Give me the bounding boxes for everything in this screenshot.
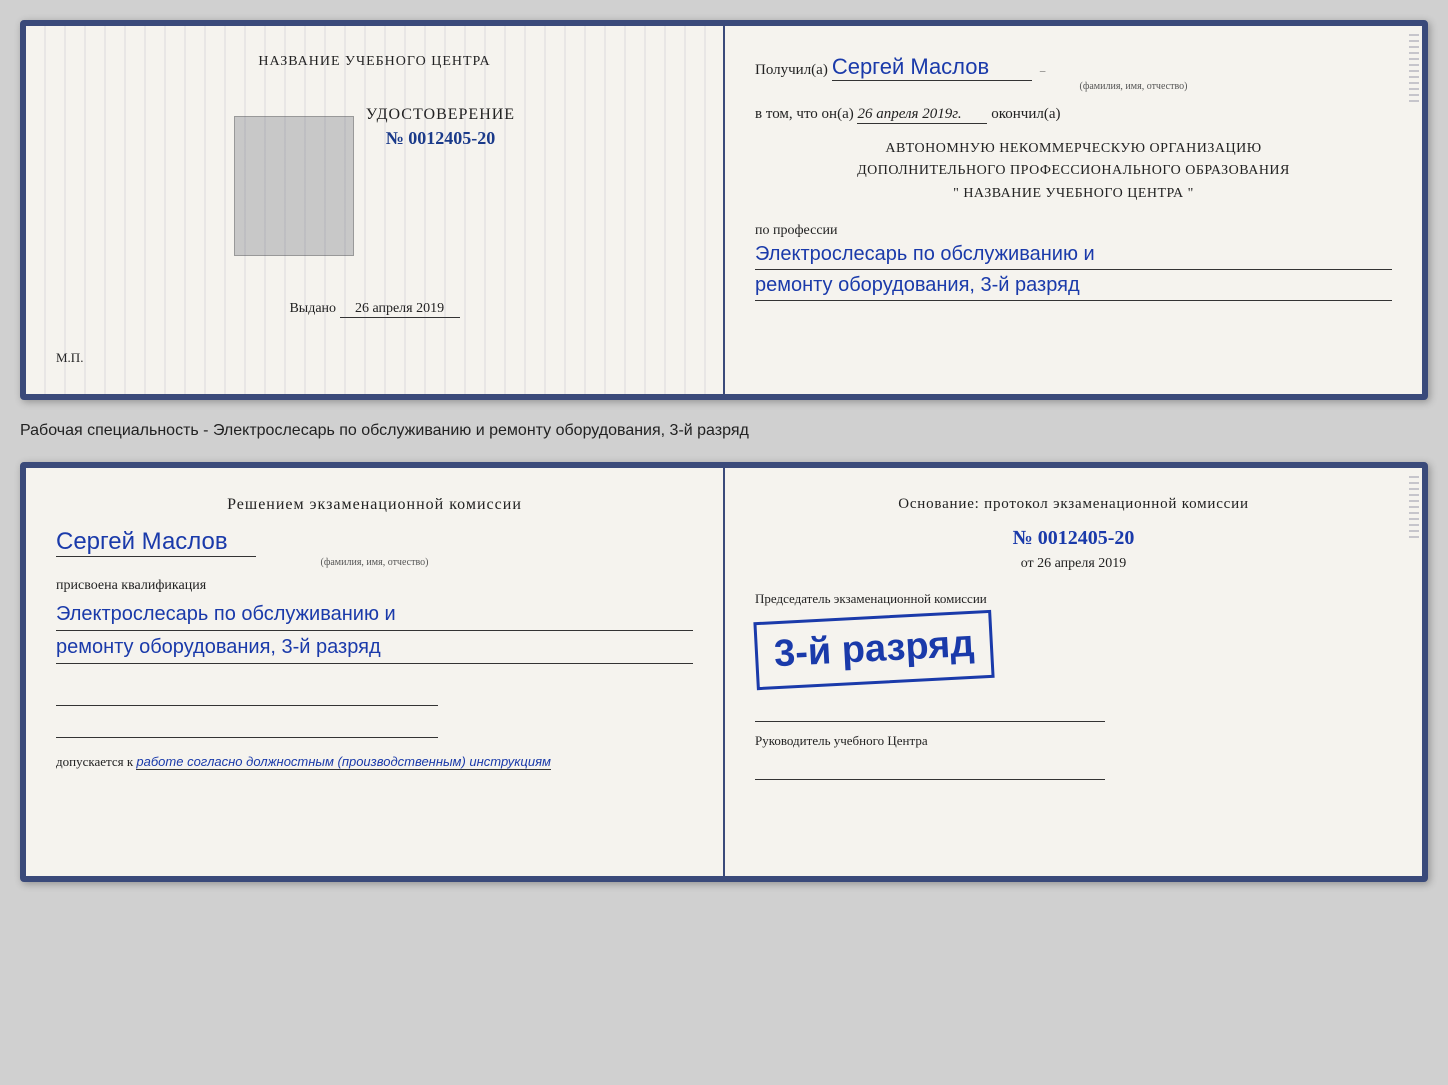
chairman-label: Председатель экзаменационной комиссии xyxy=(755,590,1392,608)
org-line3: " НАЗВАНИЕ УЧЕБНОГО ЦЕНТРА " xyxy=(755,183,1392,205)
received-block: Получил(а) Сергей Маслов – (фамилия, имя… xyxy=(755,54,1392,92)
description-text: Рабочая специальность - Электрослесарь п… xyxy=(20,418,1428,444)
cert-title-block: УДОСТОВЕРЕНИЕ № 0012405-20 xyxy=(366,106,515,149)
date-block: в том, что он(а) 26 апреля 2019г. окончи… xyxy=(755,106,1392,124)
cert-issued: Выдано 26 апреля 2019 xyxy=(289,301,459,318)
qualification-line2: ремонту оборудования, 3-й разряд xyxy=(56,631,693,664)
profession-line2: ремонту оборудования, 3-й разряд xyxy=(755,270,1392,301)
person-name2: Сергей Маслов xyxy=(56,528,256,557)
decision-title: Решением экзаменационной комиссии xyxy=(56,496,693,514)
issued-label: Выдано xyxy=(289,301,336,316)
profession-block: по профессии Электрослесарь по обслужива… xyxy=(755,219,1392,301)
protocol-number: № 0012405-20 xyxy=(755,527,1392,550)
cert2-left-panel: Решением экзаменационной комиссии Сергей… xyxy=(26,468,725,876)
name-subtitle: (фамилия, имя, отчество) xyxy=(875,81,1392,92)
protocol-date-value: 26 апреля 2019 xyxy=(1037,556,1126,571)
person-block: Сергей Маслов (фамилия, имя, отчество) xyxy=(56,528,693,568)
signature-lines xyxy=(56,682,693,738)
received-label: Получил(а) xyxy=(755,62,828,78)
chairman-block: Председатель экзаменационной комиссии 3-… xyxy=(755,590,1392,722)
date-value: 26 апреля 2019г. xyxy=(857,106,987,124)
qualification-line1: Электрослесарь по обслуживанию и xyxy=(56,598,693,631)
stamp-main: 3-й разряд xyxy=(773,624,975,676)
stamp: 3-й разряд xyxy=(753,610,995,690)
cert-card-1: НАЗВАНИЕ УЧЕБНОГО ЦЕНТРА УДОСТОВЕРЕНИЕ №… xyxy=(20,20,1428,400)
cert-left-panel: НАЗВАНИЕ УЧЕБНОГО ЦЕНТРА УДОСТОВЕРЕНИЕ №… xyxy=(26,26,725,394)
head-sign-line xyxy=(755,756,1105,780)
sign-line-2 xyxy=(56,714,438,738)
chairman-sign-line xyxy=(755,698,1105,722)
received-name: Сергей Маслов xyxy=(832,54,1032,81)
cert-title: УДОСТОВЕРЕНИЕ xyxy=(366,106,515,124)
admit-label-text: допускается к xyxy=(56,754,133,769)
protocol-date: от 26 апреля 2019 xyxy=(755,556,1392,572)
page-container: НАЗВАНИЕ УЧЕБНОГО ЦЕНТРА УДОСТОВЕРЕНИЕ №… xyxy=(20,20,1428,882)
date-prefix: в том, что он(а) xyxy=(755,106,854,122)
admit-block: допускается к работе согласно должностны… xyxy=(56,754,693,770)
org-line2: ДОПОЛНИТЕЛЬНОГО ПРОФЕССИОНАЛЬНОГО ОБРАЗО… xyxy=(755,160,1392,182)
cert2-right-panel: Основание: протокол экзаменационной коми… xyxy=(725,468,1422,876)
profession-label: по профессии xyxy=(755,223,1392,239)
name-subtitle2: (фамилия, имя, отчество) xyxy=(56,557,693,568)
date-suffix: окончил(а) xyxy=(991,106,1060,122)
admit-value: работе согласно должностным (производств… xyxy=(136,754,551,770)
issued-date: 26 апреля 2019 xyxy=(340,301,460,318)
dash-separator: – xyxy=(1040,65,1046,77)
profession-line1: Электрослесарь по обслуживанию и xyxy=(755,239,1392,270)
mp-label: М.П. xyxy=(56,350,83,366)
org-block: АВТОНОМНУЮ НЕКОММЕРЧЕСКУЮ ОРГАНИЗАЦИЮ ДО… xyxy=(755,138,1392,205)
org-line1: АВТОНОМНУЮ НЕКОММЕРЧЕСКУЮ ОРГАНИЗАЦИЮ xyxy=(755,138,1392,160)
basis-title: Основание: протокол экзаменационной коми… xyxy=(755,496,1392,513)
protocol-date-prefix: от xyxy=(1021,556,1034,571)
cert-right-panel: Получил(а) Сергей Маслов – (фамилия, имя… xyxy=(725,26,1422,394)
org-name-top: НАЗВАНИЕ УЧЕБНОГО ЦЕНТРА xyxy=(258,54,490,70)
cert-card-2: Решением экзаменационной комиссии Сергей… xyxy=(20,462,1428,882)
sign-line-1 xyxy=(56,682,438,706)
right-decoration xyxy=(1404,26,1422,394)
cert-number: № 0012405-20 xyxy=(366,128,515,149)
qualification-label: присвоена квалификация xyxy=(56,578,693,594)
right-decoration-2 xyxy=(1404,468,1422,876)
photo-placeholder xyxy=(234,116,354,256)
head-label: Руководитель учебного Центра xyxy=(755,732,1392,750)
